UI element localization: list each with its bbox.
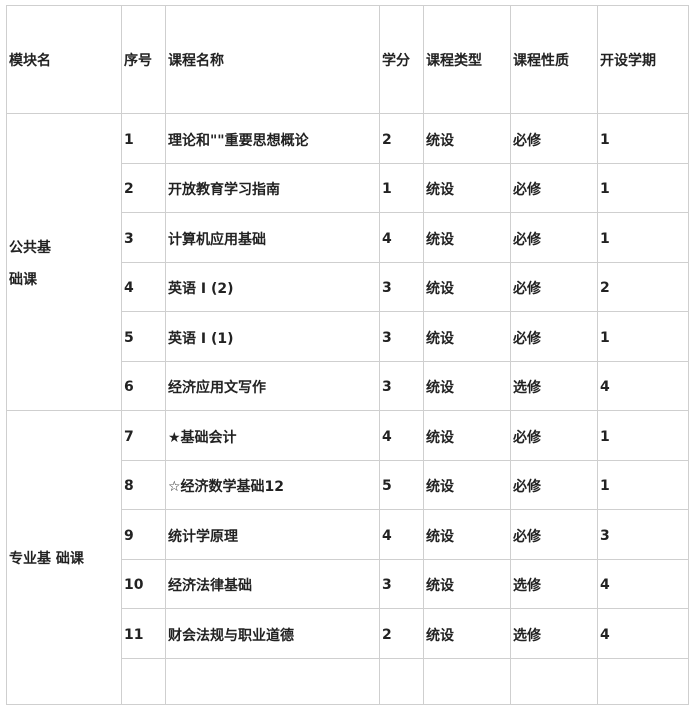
cell-course-name: 理论和""重要思想概论 (165, 113, 380, 164)
cell-course-name: 经济法律基础 (165, 558, 380, 609)
cell-no: 2 (121, 162, 166, 213)
cell-course-name: 英语 I (2) (165, 261, 380, 312)
cell-type: 统设 (423, 113, 511, 164)
cell-nature: 选修 (510, 360, 598, 411)
cell-nature: 必修 (510, 212, 598, 263)
cell-type (423, 657, 511, 705)
cell-nature: 必修 (510, 459, 598, 510)
module-name-line2: 础课 (9, 271, 37, 288)
cell-credit: 3 (379, 311, 424, 362)
cell-credit: 3 (379, 360, 424, 411)
cell-no: 4 (121, 261, 166, 312)
table-row: 公共基 础课 1 理论和""重要思想概论 2 统设 必修 1 (6, 113, 689, 411)
cell-credit: 2 (379, 113, 424, 164)
cell-no: 11 (121, 608, 166, 659)
cell-term: 4 (597, 360, 689, 411)
module-public-basic: 公共基 础课 (6, 113, 122, 411)
cell-term: 1 (597, 311, 689, 362)
cell-credit: 3 (379, 261, 424, 312)
cell-type: 统设 (423, 212, 511, 263)
cell-course-name: 统计学原理 (165, 509, 380, 560)
cell-nature: 选修 (510, 558, 598, 609)
header-credit: 学分 (379, 5, 424, 114)
cell-course-name: 财会法规与职业道德 (165, 608, 380, 659)
cell-course-name: 计算机应用基础 (165, 212, 380, 263)
cell-type: 统设 (423, 459, 511, 510)
cell-no: 1 (121, 113, 166, 164)
cell-credit: 3 (379, 558, 424, 609)
cell-course-name: 开放教育学习指南 (165, 162, 380, 213)
cell-course-name: ☆经济数学基础12 (165, 459, 380, 510)
cell-no: 5 (121, 311, 166, 362)
table-row: 专业基 础课 7 ★基础会计 4 统设 必修 1 (6, 410, 689, 705)
cell-type: 统设 (423, 360, 511, 411)
header-module: 模块名 (6, 5, 122, 114)
cell-no: 9 (121, 509, 166, 560)
cell-no: 6 (121, 360, 166, 411)
cell-no: 8 (121, 459, 166, 510)
cell-nature: 必修 (510, 410, 598, 461)
header-term: 开设学期 (597, 5, 689, 114)
cell-credit: 5 (379, 459, 424, 510)
table-header-row: 模块名 序号 课程名称 学分 课程类型 课程性质 开设学期 (6, 5, 689, 114)
cell-nature: 必修 (510, 509, 598, 560)
cell-nature: 必修 (510, 162, 598, 213)
cell-term (597, 657, 689, 705)
header-course-nature: 课程性质 (510, 5, 598, 114)
cell-nature (510, 657, 598, 705)
cell-type: 统设 (423, 410, 511, 461)
cell-type: 统设 (423, 261, 511, 312)
cell-nature: 选修 (510, 608, 598, 659)
cell-term: 1 (597, 162, 689, 213)
cell-credit: 4 (379, 212, 424, 263)
cell-course-name: 经济应用文写作 (165, 360, 380, 411)
cell-term: 1 (597, 113, 689, 164)
cell-credit: 2 (379, 608, 424, 659)
cell-term: 4 (597, 608, 689, 659)
cell-course-name: 英语 I (1) (165, 311, 380, 362)
cell-term: 3 (597, 509, 689, 560)
cell-credit: 4 (379, 410, 424, 461)
cell-type: 统设 (423, 608, 511, 659)
module-professional-basic: 专业基 础课 (6, 410, 122, 705)
cell-no: 3 (121, 212, 166, 263)
cell-term: 4 (597, 558, 689, 609)
course-table: 模块名 序号 课程名称 学分 课程类型 课程性质 开设学期 公共基 础课 1 理… (6, 5, 689, 705)
cell-nature: 必修 (510, 261, 598, 312)
cell-credit (379, 657, 424, 705)
cell-no: 10 (121, 558, 166, 609)
cell-no (121, 657, 166, 705)
cell-nature: 必修 (510, 311, 598, 362)
cell-term: 2 (597, 261, 689, 312)
cell-credit: 4 (379, 509, 424, 560)
cell-course-name (165, 657, 380, 705)
cell-term: 1 (597, 459, 689, 510)
cell-credit: 1 (379, 162, 424, 213)
header-course-name: 课程名称 (165, 5, 380, 114)
cell-type: 统设 (423, 558, 511, 609)
cell-term: 1 (597, 212, 689, 263)
header-course-type: 课程类型 (423, 5, 511, 114)
cell-nature: 必修 (510, 113, 598, 164)
cell-course-name: ★基础会计 (165, 410, 380, 461)
module-name-line1: 公共基 (9, 239, 51, 256)
cell-no: 7 (121, 410, 166, 461)
cell-term: 1 (597, 410, 689, 461)
header-no: 序号 (121, 5, 166, 114)
cell-type: 统设 (423, 509, 511, 560)
cell-type: 统设 (423, 311, 511, 362)
cell-type: 统设 (423, 162, 511, 213)
